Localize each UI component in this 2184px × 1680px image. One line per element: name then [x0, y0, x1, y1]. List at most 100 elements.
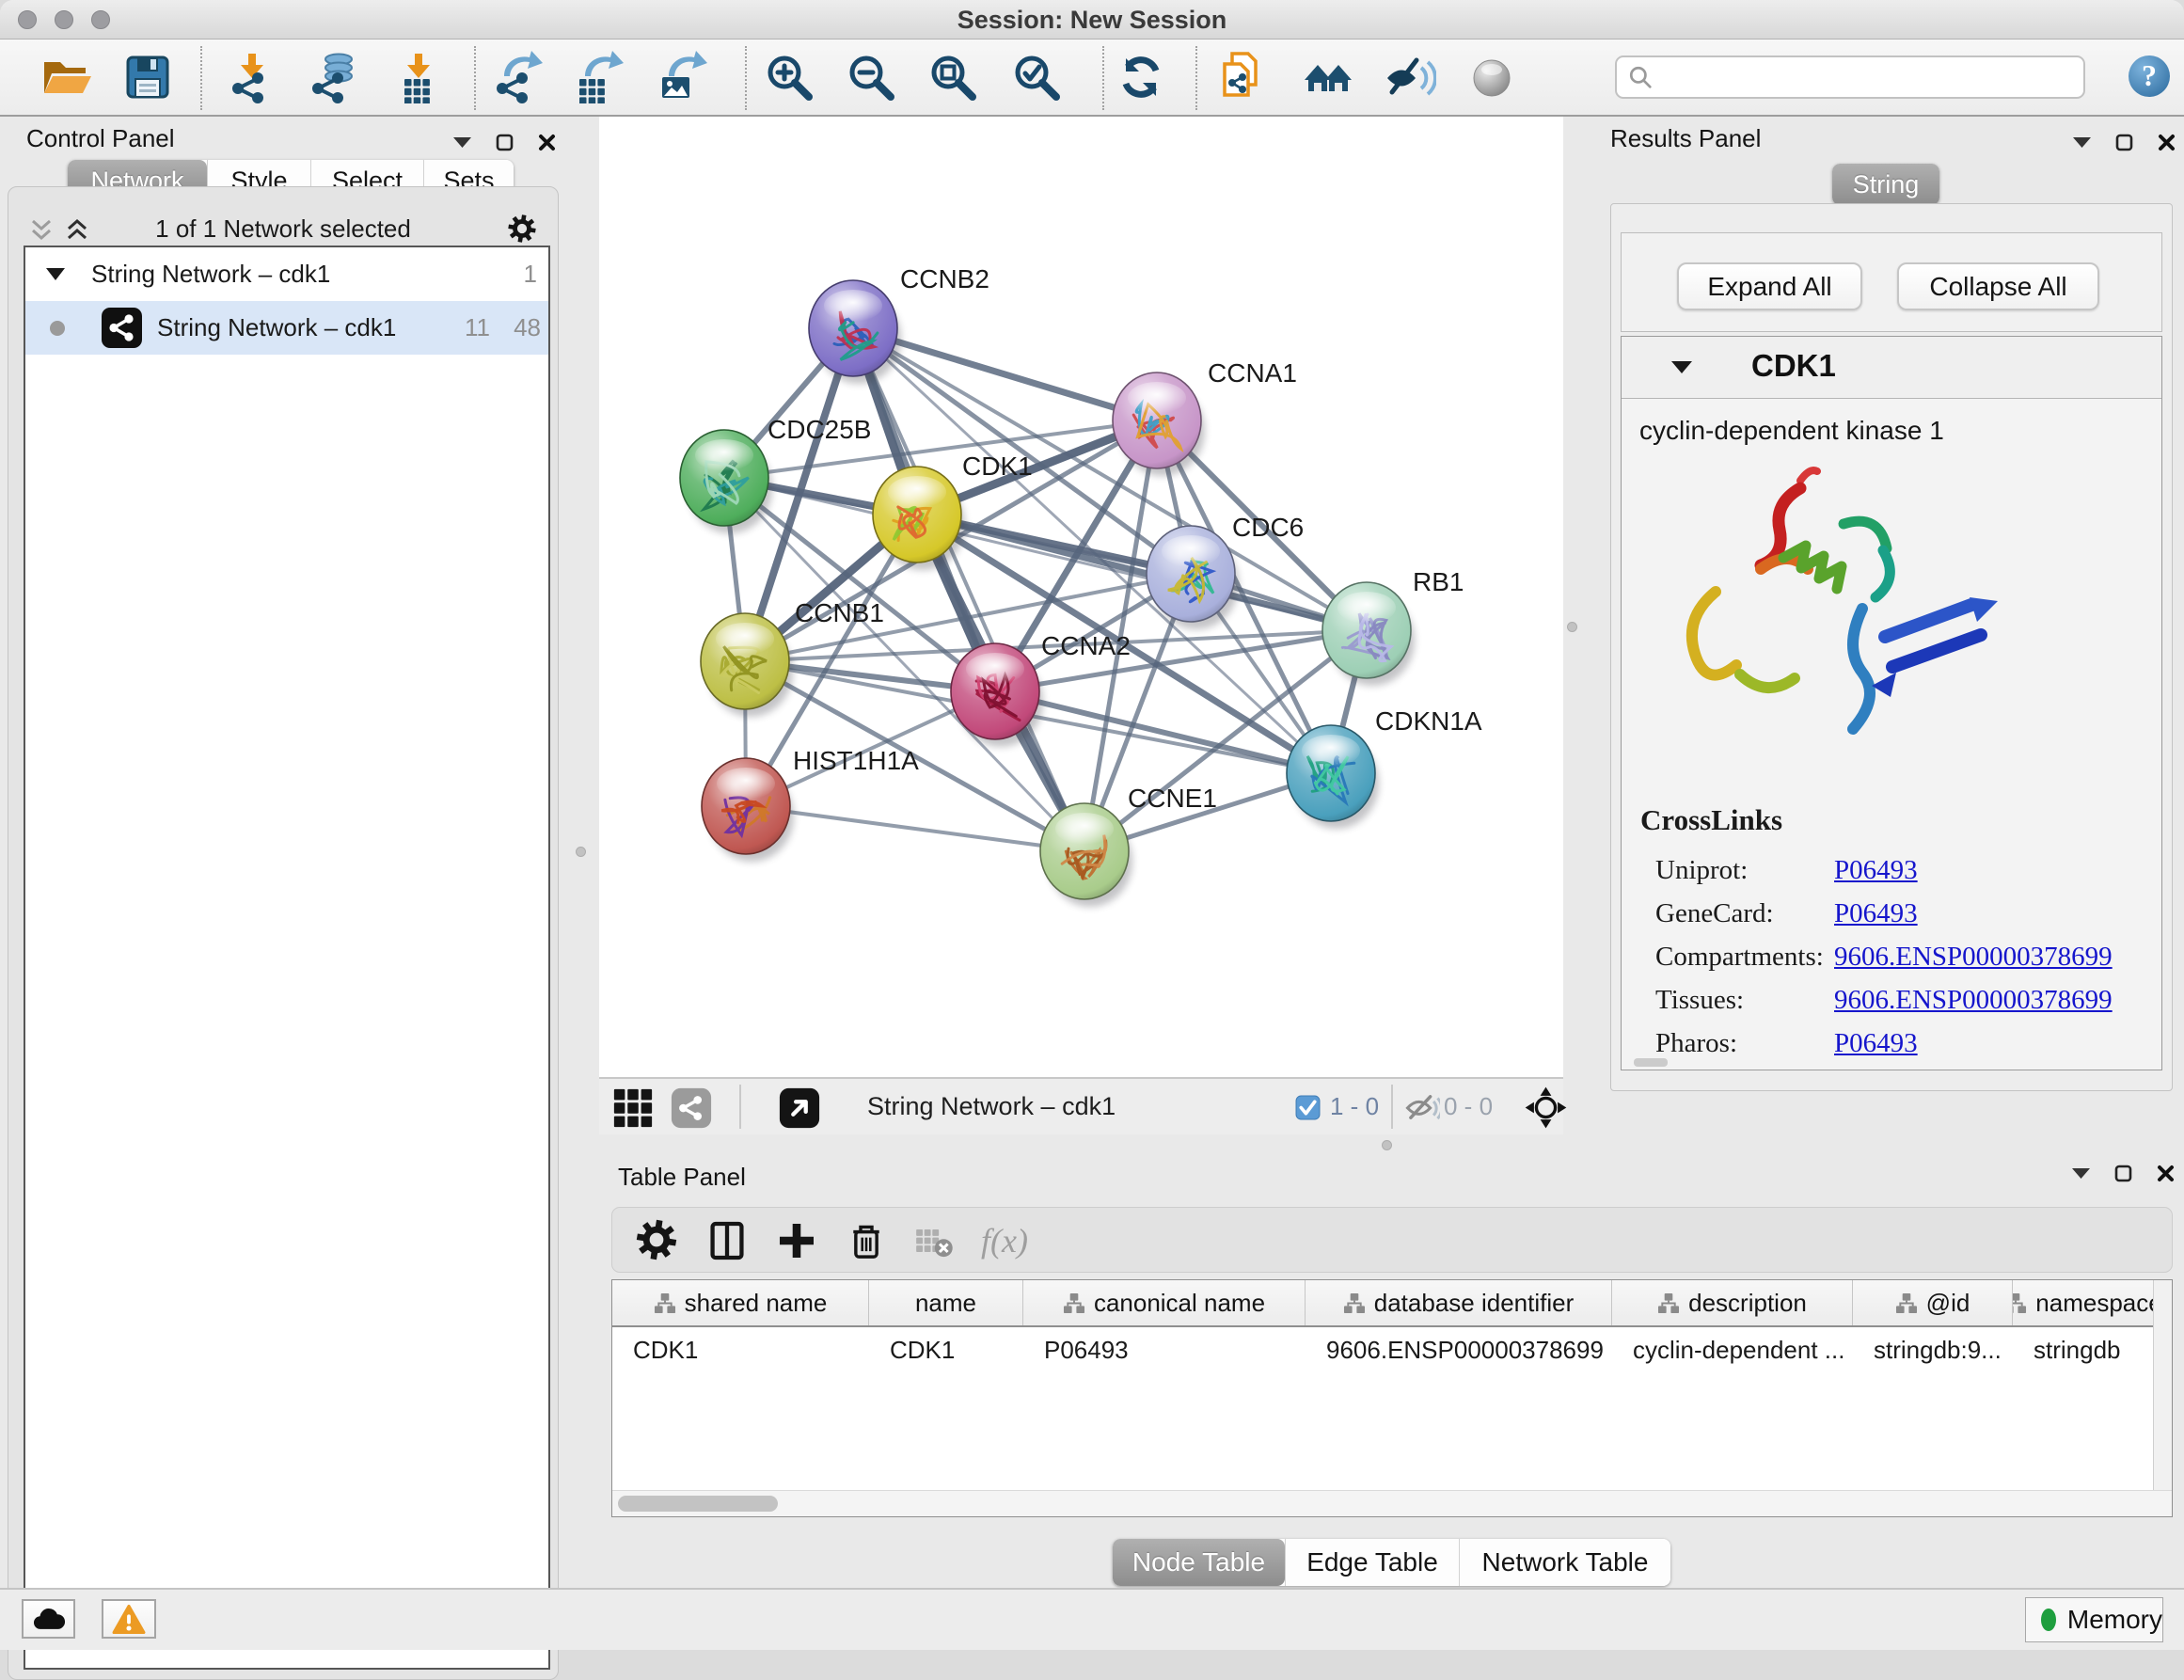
table-panel-collapse-arrow-icon[interactable]	[2072, 1168, 2090, 1180]
column-header-name[interactable]: name	[869, 1280, 1023, 1325]
save-session-button[interactable]	[121, 51, 176, 105]
network-node-CCNA1[interactable]	[1113, 372, 1205, 476]
delete-column-button[interactable]	[844, 1218, 889, 1263]
crosslink-link[interactable]: P06493	[1834, 855, 1918, 886]
create-column-button[interactable]	[774, 1218, 819, 1263]
table-hscroll-thumb[interactable]	[618, 1496, 778, 1512]
network-canvas[interactable]: CCNB2CCNA1CDC25BCDK1CDC6RB1CCNB1CCNA2CDK…	[599, 117, 1563, 1077]
network-node-HIST1H1A[interactable]	[702, 758, 794, 862]
tab-edge-table[interactable]: Edge Table	[1285, 1539, 1459, 1586]
function-builder-icon: f(x)	[981, 1240, 1028, 1256]
network-collection-row[interactable]: String Network – cdk1 1	[25, 247, 548, 301]
table-panel-float-icon[interactable]	[2114, 1165, 2132, 1182]
control-panel-close-icon[interactable]	[538, 134, 556, 151]
apply-preferred-layout-button[interactable]	[1115, 51, 1169, 105]
hide-selected-button[interactable]	[1384, 51, 1438, 105]
import-table-from-file-button[interactable]	[393, 51, 448, 105]
left-splitter-handle[interactable]	[576, 847, 586, 857]
network-row-selected[interactable]: String Network – cdk1 11 48	[25, 301, 548, 355]
show-all-button[interactable]	[1465, 51, 1520, 105]
export-table-button[interactable]	[572, 51, 626, 105]
bottom-splitter-handle[interactable]	[1382, 1140, 1392, 1150]
network-node-CDK1[interactable]	[873, 467, 965, 570]
export-network-button[interactable]	[491, 51, 546, 105]
cell-database-identifier[interactable]: 9606.ENSP00000378699	[1306, 1329, 1612, 1371]
column-header-namespace[interactable]: namespace	[2013, 1280, 2155, 1325]
column-header-shared-name[interactable]: shared name	[612, 1280, 869, 1325]
collection-expander-icon[interactable]	[46, 268, 65, 281]
column-header--id[interactable]: @id	[1853, 1280, 2013, 1325]
cell-shared-name[interactable]: CDK1	[612, 1329, 869, 1371]
right-splitter-handle[interactable]	[1567, 622, 1577, 632]
control-panel-float-icon[interactable]	[496, 134, 514, 151]
crosslink-label: Uniprot:	[1655, 855, 1834, 886]
tab-network-table[interactable]: Network Table	[1459, 1539, 1670, 1586]
first-neighbors-icon	[1302, 51, 1354, 103]
results-hscroll-thumb[interactable]	[1634, 1058, 1668, 1067]
crosslink-link[interactable]: 9606.ENSP00000378699	[1834, 942, 2113, 973]
gene-collapse-arrow-icon[interactable]	[1671, 361, 1692, 374]
first-neighbors-button[interactable]	[1302, 51, 1356, 105]
search-input[interactable]	[1660, 63, 2083, 92]
control-panel: Control Panel NetworkStyleSelectSets 1 o…	[0, 117, 561, 1588]
zoom-out-button[interactable]	[845, 51, 899, 105]
crosslinks-section: CrossLinks Uniprot:P06493GeneCard:P06493…	[1640, 803, 2113, 1065]
search-field[interactable]	[1615, 55, 2085, 99]
tab-string[interactable]: String	[1832, 164, 1939, 205]
collection-label: String Network – cdk1	[91, 247, 330, 301]
network-node-CDC25B[interactable]	[680, 430, 772, 533]
delete-table-button[interactable]	[911, 1218, 957, 1263]
open-session-button[interactable]	[39, 51, 93, 105]
crosslink-link[interactable]: P06493	[1834, 898, 1918, 929]
network-node-CDKN1A[interactable]	[1287, 725, 1379, 829]
import-network-from-database-button[interactable]	[307, 51, 361, 105]
network-edge[interactable]	[746, 806, 1084, 851]
zoom-in-button[interactable]	[763, 51, 817, 105]
crosslink-link[interactable]: 9606.ENSP00000378699	[1834, 985, 2113, 1016]
network-node-RB1[interactable]	[1322, 582, 1415, 686]
toolbar-separator	[1102, 46, 1104, 110]
birds-eye-view-icon[interactable]	[1524, 1086, 1568, 1130]
gene-entry-header[interactable]: CDK1	[1622, 337, 2161, 399]
column-header-database-identifier[interactable]: database identifier	[1306, 1280, 1612, 1325]
table-vscrollbar[interactable]	[2153, 1280, 2172, 1491]
show-hide-columns-button[interactable]	[704, 1218, 750, 1263]
results-panel-collapse-arrow-icon[interactable]	[2073, 137, 2091, 149]
selected-checkbox-icon[interactable]	[1295, 1095, 1321, 1120]
results-panel-float-icon[interactable]	[2115, 134, 2133, 151]
column-header-description[interactable]: description	[1612, 1280, 1853, 1325]
cell-canonical-name[interactable]: P06493	[1023, 1329, 1306, 1371]
memory-button[interactable]: Memory	[2025, 1597, 2163, 1642]
control-panel-collapse-arrow-icon[interactable]	[453, 137, 471, 149]
zoom-selected-region-button[interactable]	[1010, 51, 1065, 105]
grid-view-icon[interactable]	[611, 1086, 655, 1130]
collapse-all-button[interactable]: Collapse All	[1897, 262, 2099, 310]
table-hscrollbar[interactable]	[612, 1490, 2172, 1516]
function-builder-button[interactable]: f(x)	[981, 1218, 1026, 1263]
import-network-from-file-button[interactable]	[227, 51, 281, 105]
network-options-gear-icon[interactable]	[507, 214, 537, 244]
network-node-CCNA2[interactable]	[951, 643, 1043, 747]
cell--id[interactable]: stringdb:9...	[1853, 1329, 2013, 1371]
help-button[interactable]: ?	[2127, 54, 2172, 99]
cell-namespace[interactable]: stringdb	[2013, 1329, 2155, 1371]
results-panel-close-icon[interactable]	[2158, 134, 2176, 151]
table-panel-close-icon[interactable]	[2157, 1165, 2175, 1182]
export-image-button[interactable]	[656, 51, 710, 105]
import-network-from-document-button[interactable]	[1216, 51, 1271, 105]
expand-all-button[interactable]: Expand All	[1677, 262, 1862, 310]
cell-name[interactable]: CDK1	[869, 1329, 1023, 1371]
tab-node-table[interactable]: Node Table	[1113, 1539, 1285, 1586]
network-node-CCNE1[interactable]	[1040, 803, 1132, 907]
open-in-window-icon[interactable]	[778, 1086, 821, 1130]
network-thumbnail-share-icon[interactable]	[670, 1086, 713, 1130]
table-options-gear-button[interactable]	[635, 1218, 680, 1263]
network-node-CCNB2[interactable]	[809, 280, 901, 384]
crosslink-link[interactable]: P06493	[1834, 1028, 1918, 1059]
zoom-fit-content-button[interactable]	[926, 51, 981, 105]
table-row[interactable]: CDK1CDK1P064939606.ENSP00000378699cyclin…	[612, 1329, 2153, 1371]
cell-description[interactable]: cyclin-dependent ...	[1612, 1329, 1853, 1371]
cloud-button[interactable]	[22, 1599, 75, 1639]
column-header-canonical-name[interactable]: canonical name	[1023, 1280, 1306, 1325]
warning-button[interactable]	[102, 1599, 156, 1639]
